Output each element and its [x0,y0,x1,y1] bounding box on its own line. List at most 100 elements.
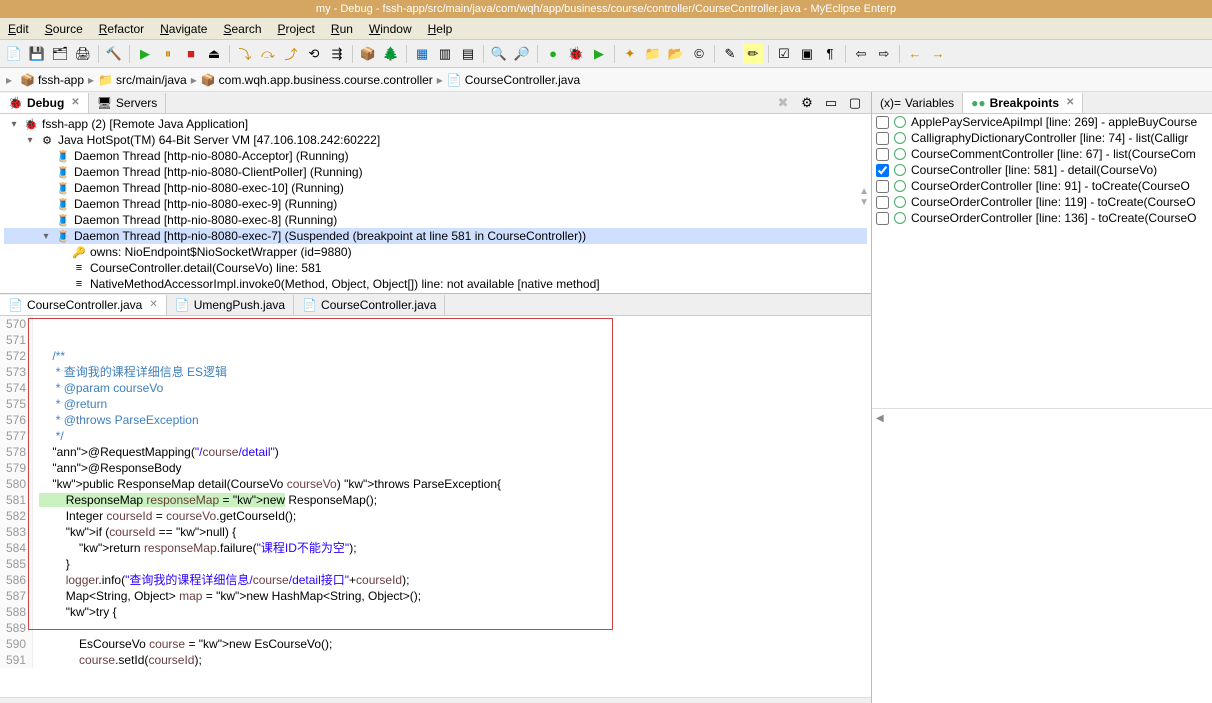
tab-debug[interactable]: 🐞 Debug ✕ [0,93,89,113]
code-line[interactable]: "ann">@ResponseBody [39,460,501,476]
horizontal-scrollbar[interactable] [0,697,871,703]
debug-tree-row[interactable]: ≡NativeMethodAccessorImpl.invoke0(Method… [4,276,867,292]
highlighter-icon[interactable]: ✏ [743,44,763,64]
next-annot-icon[interactable]: ⇨ [874,44,894,64]
debug-tree-row[interactable]: ▾🧵Daemon Thread [http-nio-8080-exec-7] (… [4,228,867,244]
prev-annot-icon[interactable]: ⇦ [851,44,871,64]
code-editor[interactable]: 5705715725735745755765775785795805815825… [0,316,871,697]
breadcrumb-item[interactable]: 📁src/main/java [98,73,187,87]
build-icon[interactable]: 🔨 [104,44,124,64]
breakpoint-checkbox[interactable] [876,196,889,209]
folder-icon[interactable]: 📁 [643,44,663,64]
show-ws-icon[interactable]: ¶ [820,44,840,64]
breakpoint-row[interactable]: CalligraphyDictionaryController [line: 7… [872,130,1212,146]
close-icon[interactable]: ✕ [1066,97,1074,108]
breadcrumb-item[interactable]: 📦com.wqh.app.business.course.controller [201,73,433,87]
twisty-icon[interactable]: ▾ [8,119,20,130]
menu-help[interactable]: Help [420,20,461,38]
code-line[interactable]: /** [39,348,501,364]
code-line[interactable]: */ [39,428,501,444]
new-icon[interactable]: 📄 [4,44,24,64]
maximize-icon[interactable]: ▢ [845,93,865,113]
forward-icon[interactable]: → [928,44,948,64]
wand-icon[interactable]: ✎ [720,44,740,64]
breadcrumb-item[interactable]: 📦fssh-app [20,73,84,87]
code-line[interactable]: Integer courseId = courseVo.getCourseId(… [39,508,501,524]
menu-navigate[interactable]: Navigate [152,20,215,38]
breakpoint-row[interactable]: CourseCommentController [line: 67] - lis… [872,146,1212,162]
suspend-icon[interactable]: ⏸ [158,44,178,64]
menu-search[interactable]: Search [215,20,269,38]
debug-tree-row[interactable]: 🧵Daemon Thread [http-nio-8080-exec-8] (R… [4,212,867,228]
code-line[interactable]: "kw">try { [39,604,501,620]
code-line[interactable]: "kw">return responseMap.failure("课程ID不能为… [39,540,501,556]
code-line[interactable]: EsCourseVo course = "kw">new EsCourseVo(… [39,636,501,652]
code-line[interactable] [39,316,501,332]
debug-tree-row[interactable]: ≡CourseController.detail(CourseVo) line:… [4,260,867,276]
breadcrumb-back-icon[interactable]: ▸ [6,73,12,87]
menu-refactor[interactable]: Refactor [91,20,152,38]
code-line[interactable] [39,620,501,636]
code-line[interactable]: Map<String, Object> map = "kw">new HashM… [39,588,501,604]
close-icon[interactable]: ✕ [149,299,157,310]
code-line[interactable]: ResponseMap responseMap = "kw">new Respo… [39,492,501,508]
debug-tree-row[interactable]: 🧵Daemon Thread [http-nio-8080-exec-9] (R… [4,196,867,212]
breadcrumb-item[interactable]: 📄CourseController.java [447,73,580,87]
minimize-icon[interactable]: ▭ [821,93,841,113]
terminate-icon[interactable]: ■ [181,44,201,64]
print-icon[interactable]: 🖨 [73,44,93,64]
search-icon[interactable]: 🔍 [489,44,509,64]
step-filters-icon[interactable]: ⇶ [327,44,347,64]
breakpoint-checkbox[interactable] [876,180,889,193]
remove-terminated-icon[interactable]: ✖ [773,93,793,113]
drop-to-frame-icon[interactable]: ⟲ [304,44,324,64]
menu-run[interactable]: Run [323,20,361,38]
breakpoint-checkbox[interactable] [876,116,889,129]
editor-tab[interactable]: 📄CourseController.java [294,295,445,315]
code-line[interactable]: * 查询我的课程详细信息 ES逻辑 [39,364,501,380]
code-line[interactable]: "kw">if (courseId == "kw">null) { [39,524,501,540]
editor-tab[interactable]: 📄CourseController.java✕ [0,295,167,315]
code-line[interactable]: "kw">public ResponseMap detail(CourseVo … [39,476,501,492]
breakpoint-row[interactable]: ApplePayServiceApiImpl [line: 269] - app… [872,114,1212,130]
code-line[interactable]: * @throws ParseException [39,412,501,428]
step-into-icon[interactable]: ⤵ [235,44,255,64]
layout-rows-icon[interactable]: ▤ [458,44,478,64]
debug-tree-row[interactable]: 🧵Daemon Thread [http-nio-8080-Acceptor] … [4,148,867,164]
breakpoint-checkbox[interactable] [876,212,889,225]
debug-tree-row[interactable]: 🧵Daemon Thread [http-nio-8080-ClientPoll… [4,164,867,180]
view-menu-icon[interactable]: ⚙ [797,93,817,113]
run-icon[interactable]: ● [543,44,563,64]
editor-tab[interactable]: 📄UmengPush.java [167,295,294,315]
breakpoint-row[interactable]: CourseOrderController [line: 91] - toCre… [872,178,1212,194]
open-folder-icon[interactable]: 📂 [666,44,686,64]
code-line[interactable]: } [39,556,501,572]
block-select-icon[interactable]: ▣ [797,44,817,64]
breakpoint-row[interactable]: CourseOrderController [line: 119] - toCr… [872,194,1212,210]
breakpoint-checkbox[interactable] [876,164,889,177]
code-line[interactable]: "ann">@RequestMapping("/course/detail") [39,444,501,460]
debug-tree-row[interactable]: ▾⚙Java HotSpot(TM) 64-Bit Server VM [47.… [4,132,867,148]
save-icon[interactable]: 💾 [27,44,47,64]
layout-grid-icon[interactable]: ▦ [412,44,432,64]
menu-source[interactable]: Source [37,20,91,38]
tab-variables[interactable]: (x)= Variables [872,93,963,113]
code-area[interactable]: /** * 查询我的课程详细信息 ES逻辑 * @param courseVo … [33,316,507,668]
code-line[interactable]: logger.info("查询我的课程详细信息/course/detail接口"… [39,572,501,588]
menu-project[interactable]: Project [270,20,323,38]
debug-tree-row[interactable]: 🧵Daemon Thread [http-nio-8080-exec-10] (… [4,180,867,196]
scroll-left-icon[interactable]: ◀ [872,409,1212,428]
debug-tree-row[interactable]: 🔑owns: NioEndpoint$NioSocketWrapper (id=… [4,244,867,260]
breakpoint-row[interactable]: CourseController [line: 581] - detail(Co… [872,162,1212,178]
disconnect-icon[interactable]: ⏏ [204,44,224,64]
type-hierarchy-icon[interactable]: 🌲 [381,44,401,64]
code-line[interactable]: * @param courseVo [39,380,501,396]
tab-breakpoints[interactable]: ●● Breakpoints ✕ [963,93,1083,113]
back-icon[interactable]: ← [905,44,925,64]
debug-icon[interactable]: 🐞 [566,44,586,64]
layout-cols-icon[interactable]: ▥ [435,44,455,64]
menu-edit[interactable]: Edit [0,20,37,38]
coverage-icon[interactable]: ▶ [589,44,609,64]
code-line[interactable] [39,332,501,348]
resume-icon[interactable]: ▶ [135,44,155,64]
